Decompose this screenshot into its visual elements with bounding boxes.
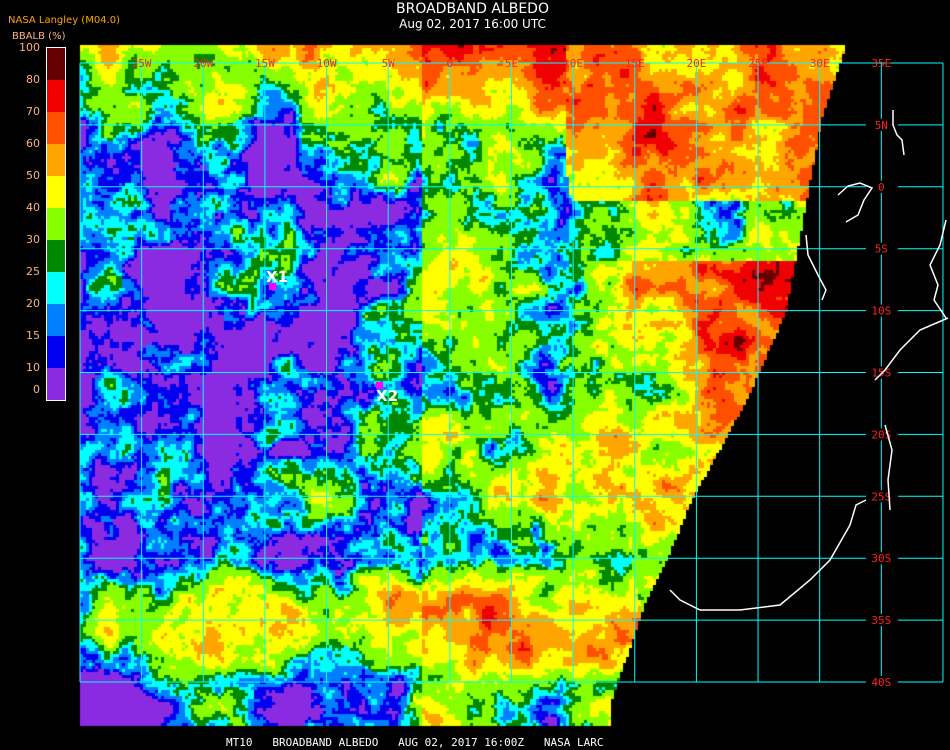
legend-tick-label: 70 — [26, 105, 40, 118]
longitude-label: 25W — [132, 57, 152, 70]
latitude-label: 0 — [878, 181, 885, 194]
legend-tick-label: 25 — [26, 265, 40, 278]
latitude-label: 5S — [875, 243, 888, 256]
marker-x2 — [376, 382, 383, 389]
legend-bin — [47, 208, 65, 240]
legend-bin — [47, 304, 65, 336]
latitude-label: 5N — [875, 119, 888, 132]
longitude-label: 35E — [871, 57, 891, 70]
legend-tick-label: 40 — [26, 201, 40, 214]
longitude-label: 10E — [563, 57, 583, 70]
legend-bin — [47, 80, 65, 112]
legend-bin — [47, 336, 65, 368]
longitude-label: 5E — [505, 57, 518, 70]
legend-tick-label: 20 — [26, 297, 40, 310]
legend-bin — [47, 176, 65, 208]
legend-tick-label: 15 — [26, 329, 40, 342]
latitude-label: 10S — [871, 305, 891, 318]
legend-bin — [47, 144, 65, 176]
footer-caption: MT10 BROADBAND ALBEDO AUG 02, 2017 16:00… — [226, 736, 604, 749]
latitude-label: 35S — [871, 614, 891, 627]
coastline — [892, 110, 905, 156]
longitude-label: 20W — [193, 57, 213, 70]
longitude-label: 20E — [686, 57, 706, 70]
coastline — [669, 499, 867, 611]
legend-bin — [47, 240, 65, 272]
longitude-label: 25E — [748, 57, 768, 70]
legend-bin — [47, 112, 65, 144]
latitude-label: 30S — [871, 552, 891, 565]
source-label: NASA Langley (M04.0) — [8, 15, 120, 26]
longitude-label: 30E — [810, 57, 830, 70]
longitude-label: 15W — [255, 57, 275, 70]
legend-tick-label: 100 — [19, 41, 40, 54]
page-title: BROADBAND ALBEDO — [396, 1, 549, 17]
marker-x1 — [269, 283, 276, 290]
legend-tick-label: 60 — [26, 137, 40, 150]
legend-tick-label: 30 — [26, 233, 40, 246]
lat-lon-grid: 25W 20W 15W 10W 5W 0 5E 10E 15E 20E 25E 30E 35E 5N 0 5S… — [79, 57, 949, 689]
legend-tick-label: 10 — [26, 361, 40, 374]
latitude-label: 40S — [871, 676, 891, 689]
timestamp: Aug 02, 2017 16:00 UTC — [399, 17, 546, 31]
legend-tick-label: 0 — [33, 383, 40, 396]
longitude-label: 15E — [625, 57, 645, 70]
legend-bin — [47, 272, 65, 304]
legend-bin — [47, 368, 65, 400]
coastline — [929, 219, 947, 319]
marker-x2-label: X2 — [376, 387, 399, 405]
longitude-label: 0 — [447, 57, 454, 70]
color-legend — [46, 47, 66, 401]
coastline — [805, 234, 827, 301]
longitude-label: 5W — [382, 57, 396, 70]
legend-tick-label: 80 — [26, 73, 40, 86]
legend-tick-label: 50 — [26, 169, 40, 182]
legend-bin — [47, 48, 65, 80]
longitude-label: 10W — [317, 57, 337, 70]
